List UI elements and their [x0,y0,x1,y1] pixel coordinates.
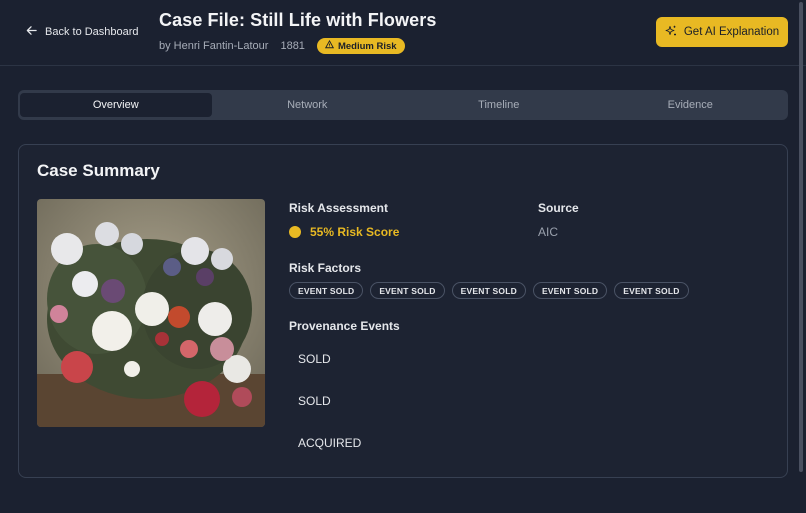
source-value: AIC [538,225,559,239]
scrollbar[interactable] [799,2,803,472]
get-ai-explanation-button[interactable]: Get AI Explanation [656,17,788,47]
risk-factor-chip: EVENT SOLD [451,282,526,299]
tab-bar: Overview Network Timeline Evidence [18,90,788,120]
tab-evidence[interactable]: Evidence [595,93,787,117]
risk-factor-chip: EVENT SOLD [532,282,608,299]
back-button-label: Back to Dashboard [45,26,139,38]
arrow-left-icon [26,25,37,39]
artist-name: by Henri Fantin-Latour [159,40,269,52]
risk-assessment-label: Risk Assessment [289,201,388,215]
risk-factor-chip: EVENT SOLD [289,282,364,299]
case-file-page: Back to Dashboard Case File: Still Life … [0,0,806,513]
risk-score-value: 55% Risk Score [310,225,400,239]
tab-overview[interactable]: Overview [20,93,212,117]
artwork-meta: by Henri Fantin-Latour 1881 Medium Risk [159,38,405,54]
page-title: Case File: Still Life with Flowers [159,10,437,30]
header: Back to Dashboard Case File: Still Life … [0,0,806,66]
risk-score: 55% Risk Score [289,225,399,239]
warning-icon [324,39,334,52]
provenance-event-item: SOLD [298,394,331,408]
artwork-year: 1881 [280,40,305,52]
sparkles-icon [665,25,677,40]
ai-button-label: Get AI Explanation [683,26,780,38]
risk-badge-label: Medium Risk [337,40,397,52]
risk-factor-chip: EVENT SOLD [614,282,689,299]
source-label: Source [538,201,579,215]
case-summary-card: Case Summary Risk Assessment 55% Risk Sc… [18,144,788,478]
back-to-dashboard-button[interactable]: Back to Dashboard [26,22,139,42]
provenance-event-item: ACQUIRED [298,436,362,450]
risk-factors-label: Risk Factors [289,261,362,275]
tab-network[interactable]: Network [212,93,404,117]
risk-indicator-dot [289,226,301,238]
tab-timeline[interactable]: Timeline [403,93,595,117]
provenance-events-label: Provenance Events [289,319,400,333]
risk-factor-chip: EVENT SOLD [370,282,445,299]
artwork-image [37,199,265,427]
risk-factors-list: EVENT SOLD EVENT SOLD EVENT SOLD EVENT S… [289,282,689,299]
case-summary-title: Case Summary [37,161,160,180]
risk-badge: Medium Risk [316,38,405,54]
provenance-event-item: SOLD [298,352,331,366]
